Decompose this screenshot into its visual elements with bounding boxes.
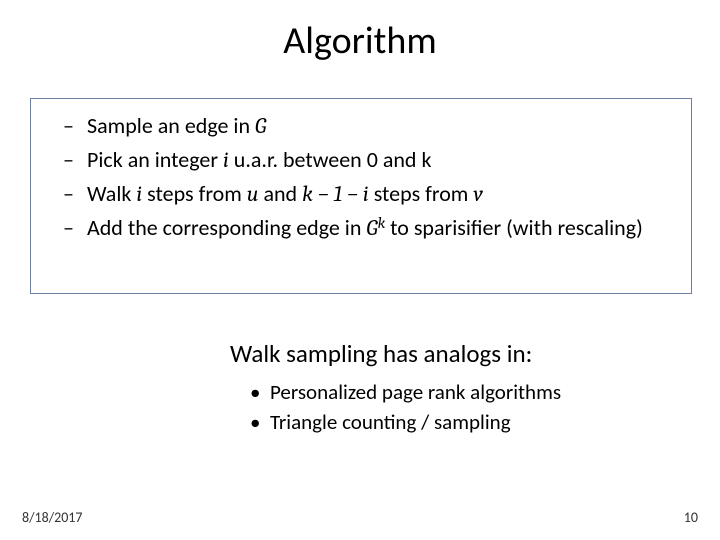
analogs-heading: Walk sampling has analogs in: [230, 338, 700, 369]
step-3: Walk i steps from u and k − 1 − i steps … [45, 177, 677, 211]
algorithm-box: Sample an edge in G Pick an integer i u.… [30, 98, 692, 294]
step-1: Sample an edge in G [45, 109, 677, 143]
expr-k-1-i: k − 1 − i [302, 181, 369, 207]
step-3-text-a: Walk [87, 180, 136, 207]
algorithm-steps: Sample an edge in G Pick an integer i u.… [45, 109, 677, 245]
var-v: v [473, 181, 482, 207]
step-3-text-d: steps from [369, 180, 474, 207]
step-4-text-a: Add the corresponding edge in [87, 214, 366, 241]
step-1-text-a: Sample an edge in [87, 112, 255, 139]
footer-date: 8/18/2017 [22, 509, 82, 526]
slide-title: Algorithm [0, 0, 720, 64]
analogs-block: Walk sampling has analogs in: Personaliz… [230, 338, 700, 438]
var-G: G [255, 113, 266, 139]
step-3-text-c: and [258, 180, 302, 207]
step-4-text-b: to sparisifier (with rescaling) [385, 214, 643, 241]
var-Gk-exp: k [378, 214, 386, 232]
step-2: Pick an integer i u.a.r. between 0 and k [45, 143, 677, 177]
var-u: u [247, 181, 259, 207]
analogs-item-2: Triangle counting / sampling [230, 407, 700, 437]
footer-page-number: 10 [684, 509, 698, 526]
slide: Algorithm Sample an edge in G Pick an in… [0, 0, 720, 540]
step-2-text-b: u.a.r. between 0 and k [229, 146, 432, 173]
step-4: Add the corresponding edge in Gk to spar… [45, 211, 677, 245]
step-2-text-a: Pick an integer [87, 146, 223, 173]
var-Gk-base: G [366, 215, 377, 241]
analogs-item-1: Personalized page rank algorithms [230, 377, 700, 407]
step-3-text-b: steps from [142, 180, 247, 207]
analogs-list: Personalized page rank algorithms Triang… [230, 377, 700, 438]
